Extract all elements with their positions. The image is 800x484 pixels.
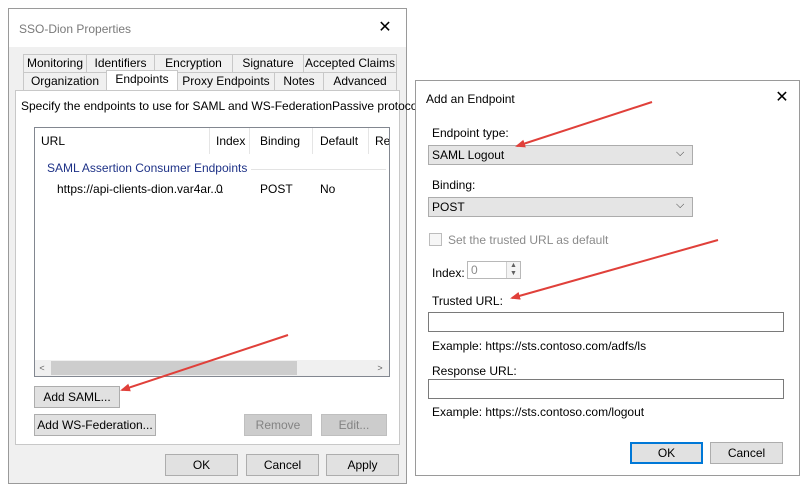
column-divider	[209, 128, 210, 154]
tab-label: Encryption	[165, 56, 222, 70]
binding-select[interactable]: POST ⌵	[428, 197, 693, 217]
list-header: URL Index Binding Default Re	[35, 128, 389, 154]
endpoints-list[interactable]: URL Index Binding Default Re SAML Assert…	[34, 127, 390, 377]
response-url-input[interactable]	[428, 379, 784, 399]
endpoint-type-select[interactable]: SAML Logout ⌵	[428, 145, 693, 165]
remove-button[interactable]: Remove	[244, 414, 312, 436]
tab-notes[interactable]: Notes	[274, 72, 324, 90]
tab-label: Proxy Endpoints	[182, 74, 270, 88]
tab-label: Signature	[242, 56, 294, 70]
endpoints-description: Specify the endpoints to use for SAML an…	[21, 99, 430, 113]
table-row[interactable]: https://api-clients-dion.var4ar.... 0 PO…	[35, 180, 389, 198]
column-header-default[interactable]: Default	[320, 130, 358, 152]
properties-title: SSO-Dion Properties	[19, 22, 132, 36]
add-ws-federation-button[interactable]: Add WS-Federation...	[34, 414, 156, 436]
ok-button[interactable]: OK	[165, 454, 238, 476]
add-endpoint-titlebar: Add an Endpoint ✕	[416, 81, 799, 115]
binding-value: POST	[432, 200, 465, 214]
response-url-label: Response URL:	[432, 364, 517, 378]
tab-label: Endpoints	[115, 72, 169, 86]
scroll-left-icon[interactable]: <	[35, 360, 49, 376]
tab-endpoints[interactable]: Endpoints	[106, 70, 178, 90]
scrollbar-thumb[interactable]	[51, 361, 297, 375]
column-header-binding[interactable]: Binding	[260, 130, 300, 152]
scroll-right-icon[interactable]: >	[373, 360, 387, 376]
add-endpoint-dialog: Add an Endpoint ✕ Endpoint type: SAML Lo…	[415, 80, 800, 476]
tab-label: Monitoring	[26, 56, 84, 70]
trusted-url-label: Trusted URL:	[432, 294, 503, 308]
tab-advanced[interactable]: Advanced	[323, 72, 397, 90]
group-divider	[251, 169, 386, 170]
endpoint-cancel-button[interactable]: Cancel	[710, 442, 783, 464]
column-divider	[249, 128, 250, 154]
endpoint-type-value: SAML Logout	[432, 148, 505, 162]
chevron-down-icon: ⌵	[676, 199, 685, 211]
tab-monitoring[interactable]: Monitoring	[23, 54, 87, 72]
row-index: 0	[216, 182, 223, 196]
endpoint-type-label: Endpoint type:	[432, 126, 509, 140]
apply-button[interactable]: Apply	[326, 454, 399, 476]
column-divider	[368, 128, 369, 154]
column-header-index[interactable]: Index	[216, 130, 245, 152]
group-header: SAML Assertion Consumer Endpoints	[47, 161, 248, 175]
trusted-default-checkbox[interactable]	[429, 233, 442, 246]
index-value: 0	[471, 263, 478, 277]
column-header-re[interactable]: Re	[375, 130, 389, 152]
trusted-url-example: Example: https://sts.contoso.com/adfs/ls	[432, 339, 647, 353]
tab-label: Accepted Claims	[304, 56, 396, 70]
trusted-url-input[interactable]	[428, 312, 784, 332]
tab-label: Notes	[283, 74, 315, 88]
binding-label: Binding:	[432, 178, 476, 192]
trusted-default-label: Set the trusted URL as default	[448, 233, 609, 247]
properties-titlebar: SSO-Dion Properties ✕	[9, 9, 406, 47]
cancel-button[interactable]: Cancel	[246, 454, 319, 476]
response-url-example: Example: https://sts.contoso.com/logout	[432, 405, 645, 419]
add-saml-button[interactable]: Add SAML...	[34, 386, 120, 408]
tab-label: Identifiers	[94, 56, 147, 70]
endpoints-panel: Specify the endpoints to use for SAML an…	[15, 90, 429, 445]
row-default: No	[320, 182, 336, 196]
tab-label: Advanced	[333, 74, 387, 88]
add-endpoint-title: Add an Endpoint	[426, 92, 515, 106]
tab-proxy-endpoints[interactable]: Proxy Endpoints	[177, 72, 275, 90]
horizontal-scrollbar[interactable]: < >	[35, 360, 389, 376]
tab-organization[interactable]: Organization	[23, 72, 107, 90]
edit-button[interactable]: Edit...	[321, 414, 387, 436]
column-header-url[interactable]: URL	[41, 130, 65, 152]
stepper-down-icon[interactable]: ▼	[506, 270, 520, 278]
tab-signature[interactable]: Signature	[232, 54, 304, 72]
row-binding: POST	[260, 182, 293, 196]
endpoint-ok-button[interactable]: OK	[630, 442, 703, 464]
properties-window: SSO-Dion Properties ✕ Monitoring Identif…	[8, 8, 429, 484]
close-icon[interactable]: ✕	[770, 87, 794, 109]
stepper-up-icon[interactable]: ▲	[506, 262, 520, 270]
close-icon[interactable]: ✕	[373, 17, 397, 39]
index-stepper[interactable]: 0 ▲ ▼	[467, 261, 521, 279]
index-label: Index:	[432, 266, 465, 280]
row-url: https://api-clients-dion.var4ar....	[57, 182, 224, 196]
chevron-down-icon: ⌵	[676, 147, 685, 159]
tab-label: Organization	[30, 74, 100, 88]
column-divider	[312, 128, 313, 154]
tab-accepted-claims[interactable]: Accepted Claims	[303, 54, 397, 72]
